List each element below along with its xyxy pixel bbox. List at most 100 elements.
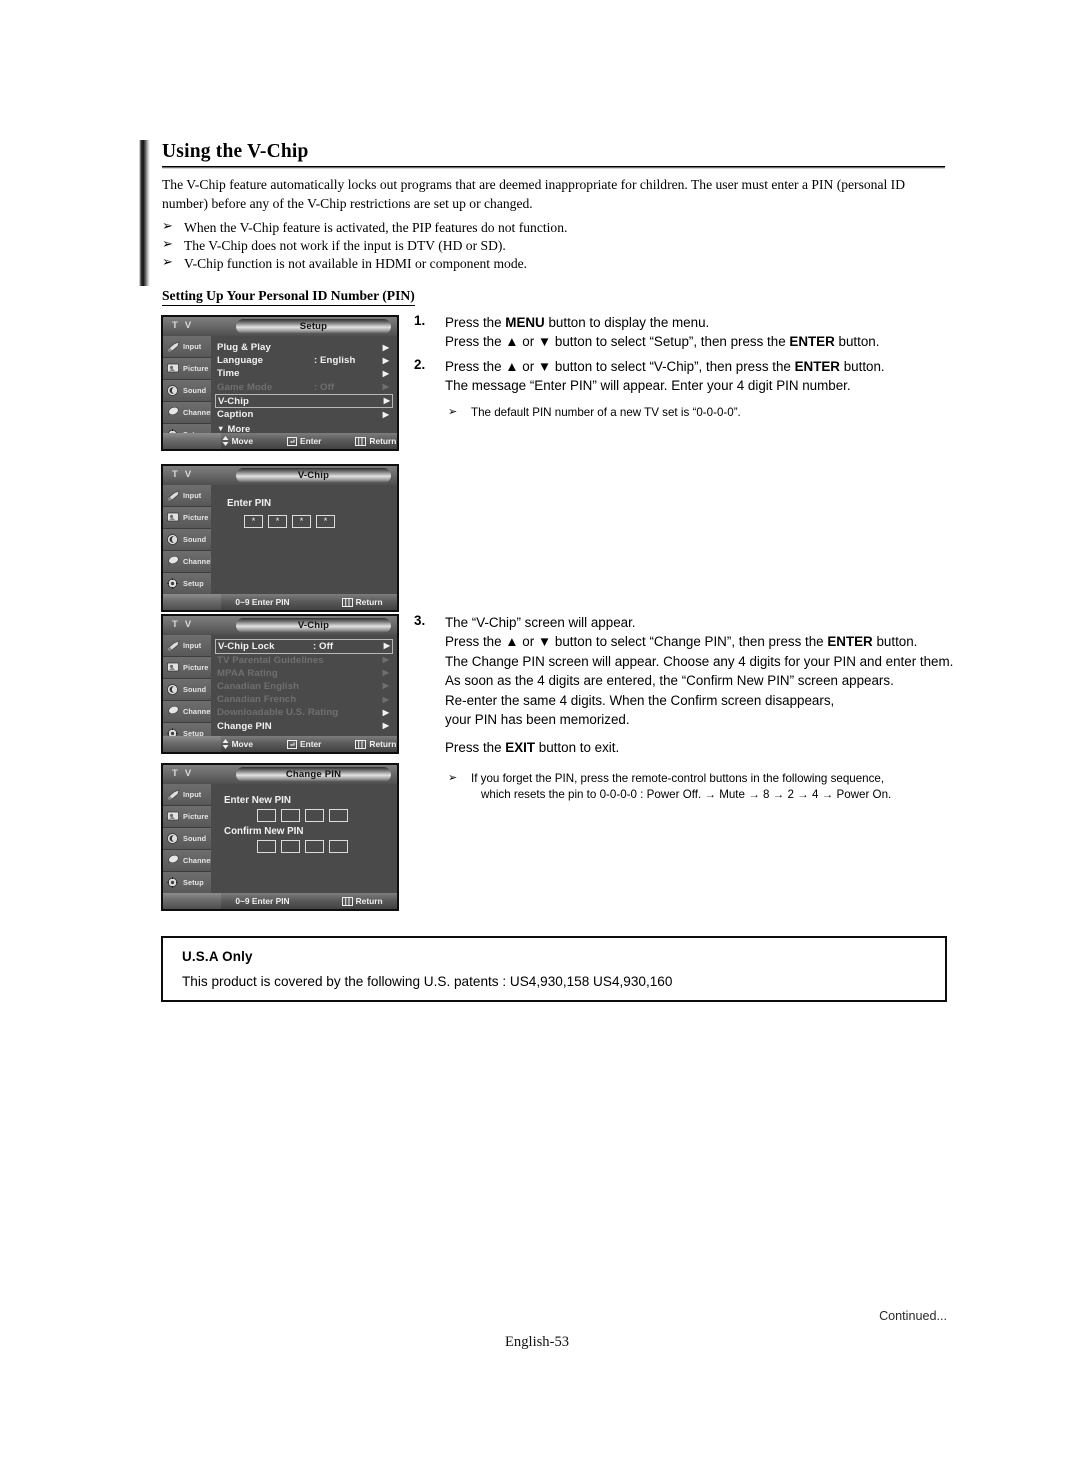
menu-row-value: : Off [313, 640, 334, 652]
hint-move-label: Move [231, 739, 253, 749]
picture-icon [166, 511, 181, 525]
sidebar-item-picture[interactable]: Picture [163, 507, 211, 529]
up-arrow-icon: ▲ [505, 634, 519, 650]
confirm-pin-entry-row[interactable] [257, 840, 397, 853]
sidebar-item-sound[interactable]: Sound [163, 828, 211, 850]
pin-digit-box[interactable] [281, 840, 300, 853]
sidebar-item-input[interactable]: Input [163, 485, 211, 507]
sidebar-item-picture[interactable]: Picture [163, 657, 211, 679]
sidebar-item-sound[interactable]: Sound [163, 380, 211, 402]
up-down-arrows-icon [222, 436, 229, 446]
hint-enter: Enter [287, 739, 321, 749]
arrow-bullet-icon: ➢ [448, 770, 458, 784]
enter-key-icon [287, 739, 297, 749]
page-title: Using the V-Chip [162, 141, 309, 162]
menu-row-label: Plug & Play [217, 342, 271, 354]
step-note-text: which resets the pin to 0-0-0-0 : Power … [481, 787, 892, 801]
intro-paragraph: The V-Chip feature automatically locks o… [162, 177, 906, 211]
confirm-new-pin-label: Confirm New PIN [224, 826, 304, 837]
chevron-right-icon: ▶ [382, 707, 389, 717]
pin-digit-box[interactable]: * [292, 515, 311, 528]
sidebar-item-label: Channel [183, 408, 213, 417]
hint-enter-label: Enter [300, 739, 322, 749]
pin-digit-box[interactable] [257, 809, 276, 822]
sidebar-item-setup[interactable]: Setup [163, 872, 211, 894]
osd-tv-label: T V [172, 619, 194, 630]
osd-title: Setup [236, 319, 391, 334]
menu-row-label: Downloadable U.S. Rating [217, 707, 339, 719]
list-item-text: When the V-Chip feature is activated, th… [184, 220, 568, 235]
menu-row: Downloadable U.S. Rating ▶ [217, 706, 391, 719]
sidebar-item-sound[interactable]: Sound [163, 679, 211, 701]
hint-return-label: Return [369, 436, 397, 446]
arrow-bullet-icon: ➢ [162, 237, 173, 253]
channel-icon [166, 406, 181, 420]
enter-button-keyword: ENTER [794, 359, 840, 374]
menu-row[interactable]: Time ▶ [217, 367, 391, 380]
input-icon [166, 489, 181, 503]
menu-row[interactable]: Language : English ▶ [217, 354, 391, 367]
hint-return-label: Return [369, 739, 397, 749]
osd-sidebar: Input Picture Sound Channel Setup [163, 635, 212, 752]
pin-entry-row[interactable]: * * * * [244, 515, 397, 528]
hint-return: Return [355, 739, 396, 749]
menu-row-value: : English [314, 355, 356, 367]
sidebar-item-setup[interactable]: Setup [163, 573, 211, 595]
menu-row[interactable]: Change PIN ▶ [217, 719, 391, 732]
text-fragment: button. [872, 634, 918, 650]
menu-row-label: V-Chip [218, 395, 249, 407]
step-line: Press the ▲ or ▼ button to select “V-Chi… [445, 357, 959, 376]
pin-digit-box[interactable]: * [316, 515, 335, 528]
sidebar-item-channel[interactable]: Channel [163, 850, 212, 872]
pin-digit-box[interactable] [329, 840, 348, 853]
sidebar-item-channel[interactable]: Channel [163, 701, 212, 723]
sidebar-item-label: Sound [183, 685, 207, 694]
sidebar-item-channel[interactable]: Channel [163, 551, 213, 573]
hint-move: Move [222, 436, 253, 446]
new-pin-entry-row[interactable] [257, 809, 397, 822]
pin-digit-box[interactable]: * [268, 515, 287, 528]
channel-icon [166, 854, 181, 868]
usa-only-body: This product is covered by the following… [182, 974, 673, 989]
osd-hintbar: Move Enter Return [163, 736, 397, 752]
pin-digit-box[interactable] [305, 840, 324, 853]
sidebar-item-label: Input [183, 790, 202, 799]
sidebar-item-channel[interactable]: Channel [163, 402, 213, 424]
menu-row-selected[interactable]: V-Chip ▶ [215, 393, 393, 409]
menu-row: TV Parental Guidelines ▶ [217, 654, 391, 667]
enter-pin-label: Enter PIN [227, 498, 272, 509]
chevron-right-icon: ▶ [382, 382, 389, 392]
sound-icon [166, 683, 181, 697]
step-line: Press the ▲ or ▼ button to select “Chang… [445, 632, 964, 651]
pin-digit-box[interactable] [281, 809, 300, 822]
arrow-bullet-icon: ➢ [162, 219, 173, 234]
pin-digit-box[interactable]: * [244, 515, 263, 528]
sidebar-item-input[interactable]: Input [163, 635, 211, 657]
sidebar-item-label: Picture [183, 364, 209, 373]
pin-digit-box[interactable] [329, 809, 348, 822]
sidebar-item-label: Setup [183, 579, 204, 588]
channel-icon [166, 705, 181, 719]
sidebar-item-picture[interactable]: Picture [163, 806, 211, 828]
sidebar-item-input[interactable]: Input [163, 784, 211, 806]
menu-row-selected[interactable]: V-Chip Lock : Off ▶ [215, 639, 393, 654]
text-fragment: button to select “Setup”, then press the [551, 334, 790, 350]
sidebar-item-input[interactable]: Input [163, 336, 211, 358]
menu-row[interactable]: Plug & Play ▶ [217, 341, 391, 354]
list-item: ➢ When the V-Chip feature is activated, … [162, 219, 952, 237]
sidebar-item-sound[interactable]: Sound [163, 529, 211, 551]
sound-icon [166, 832, 181, 846]
menu-row[interactable]: Caption ▶ [217, 408, 391, 421]
list-item: ➢ The V-Chip does not work if the input … [162, 237, 952, 255]
text-fragment: or [518, 359, 538, 374]
chevron-right-icon: ▶ [383, 641, 390, 651]
sidebar-item-label: Channel [183, 557, 213, 566]
pin-digit-box[interactable] [305, 809, 324, 822]
osd-screen-enter-pin: T V V-Chip Input Picture Sound Channel S… [161, 464, 399, 612]
osd-titlebar: T V Change PIN [163, 765, 397, 784]
return-key-icon [355, 436, 367, 446]
sidebar-item-picture[interactable]: Picture [163, 358, 211, 380]
hint-return: Return [355, 436, 396, 446]
pin-digit-box[interactable] [257, 840, 276, 853]
hint-enter: Enter [287, 436, 321, 446]
